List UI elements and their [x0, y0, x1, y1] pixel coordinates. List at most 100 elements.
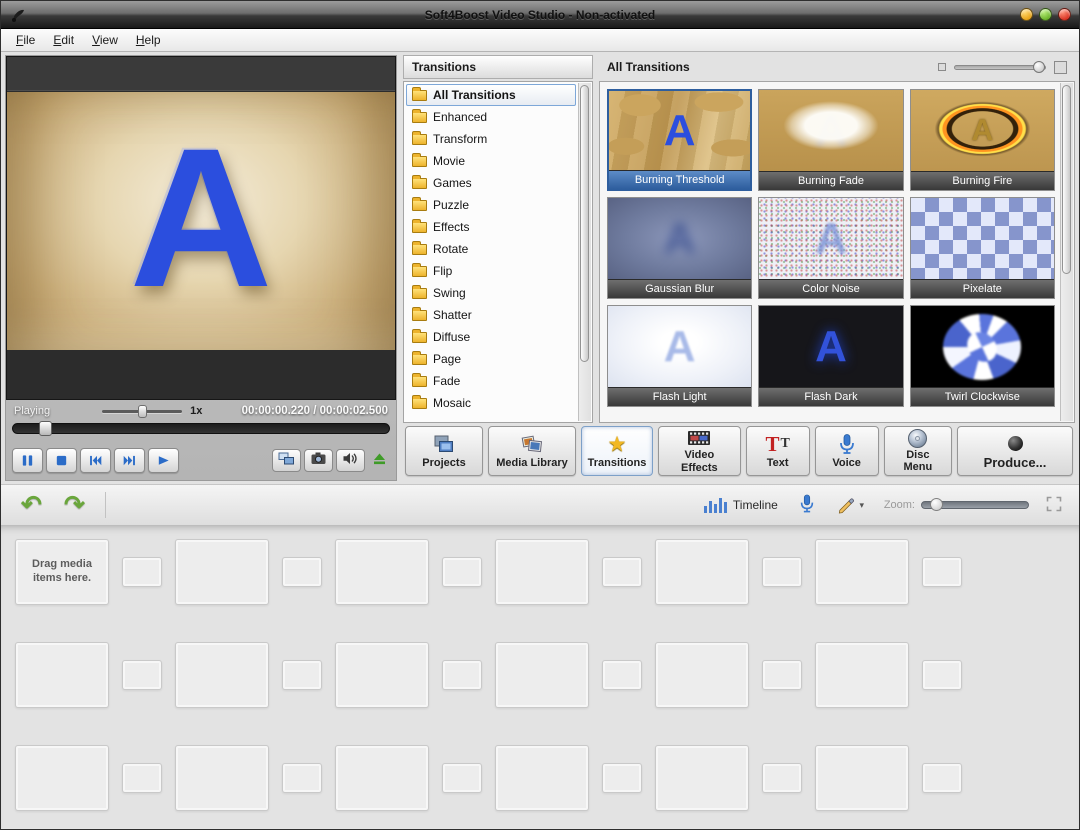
tab-text[interactable]: TT Text	[746, 426, 810, 476]
category-all-transitions[interactable]: All Transitions	[406, 84, 576, 106]
storyboard-slot-large[interactable]	[815, 745, 909, 811]
storyboard-slot-small[interactable]	[442, 660, 482, 690]
storyboard-slot-large[interactable]	[15, 745, 109, 811]
category-diffuse[interactable]: Diffuse	[406, 326, 576, 348]
storyboard-slot-small[interactable]	[762, 660, 802, 690]
timeline-toggle-button[interactable]: Timeline	[696, 494, 786, 517]
transition-burning-fade[interactable]: A Burning Fade	[758, 89, 903, 191]
storyboard-slot-large[interactable]	[175, 539, 269, 605]
storyboard-slot-large[interactable]	[495, 539, 589, 605]
menu-help[interactable]: Help	[127, 30, 170, 50]
category-shatter[interactable]: Shatter	[406, 304, 576, 326]
category-flip[interactable]: Flip	[406, 260, 576, 282]
transition-color-noise[interactable]: A Color Noise	[758, 197, 903, 299]
tab-disc-menu[interactable]: Disc Menu	[884, 426, 952, 476]
speed-slider[interactable]	[102, 404, 182, 418]
stop-button[interactable]	[46, 448, 77, 473]
storyboard-slot-large[interactable]	[655, 642, 749, 708]
category-fade[interactable]: Fade	[406, 370, 576, 392]
transition-flash-dark[interactable]: A Flash Dark	[758, 305, 903, 407]
zoom-slider-handle[interactable]	[930, 498, 943, 511]
transition-twirl-clockwise[interactable]: Twirl Clockwise	[910, 305, 1055, 407]
storyboard-slot-large[interactable]	[175, 642, 269, 708]
storyboard-slot-large[interactable]	[815, 539, 909, 605]
play-forward-button[interactable]	[148, 448, 179, 473]
tab-voice[interactable]: Voice	[815, 426, 879, 476]
fullscreen-button[interactable]	[272, 449, 301, 472]
storyboard-slot-small[interactable]	[282, 660, 322, 690]
category-mosaic[interactable]: Mosaic	[406, 392, 576, 414]
storyboard-slot-small[interactable]	[602, 763, 642, 793]
storyboard-slot-small[interactable]	[922, 557, 962, 587]
transition-gaussian-blur[interactable]: A Gaussian Blur	[607, 197, 752, 299]
zoom-slider[interactable]	[921, 498, 1029, 512]
volume-button[interactable]	[336, 449, 365, 472]
seek-bar[interactable]	[12, 423, 390, 434]
transition-flash-light[interactable]: A Flash Light	[607, 305, 752, 407]
category-puzzle[interactable]: Puzzle	[406, 194, 576, 216]
storyboard-slot-large[interactable]	[495, 642, 589, 708]
transition-burning-fire[interactable]: A Burning Fire	[910, 89, 1055, 191]
menu-view[interactable]: View	[83, 30, 127, 50]
record-voice-button[interactable]	[792, 491, 822, 519]
storyboard-slot-large[interactable]	[335, 745, 429, 811]
storyboard-slot-large[interactable]	[15, 642, 109, 708]
category-transform[interactable]: Transform	[406, 128, 576, 150]
storyboard-slot-small[interactable]	[762, 763, 802, 793]
drag-media-drop-target[interactable]: Drag media items here.	[15, 539, 109, 605]
tab-transitions[interactable]: ★ Transitions	[581, 426, 653, 476]
storyboard-slot-small[interactable]	[122, 660, 162, 690]
previous-button[interactable]	[80, 448, 111, 473]
speed-slider-handle[interactable]	[138, 405, 147, 418]
storyboard-slot-large[interactable]	[655, 745, 749, 811]
thumbnail-size-slider[interactable]	[954, 60, 1046, 74]
storyboard-slot-small[interactable]	[282, 763, 322, 793]
edit-tool-button[interactable]: ▾	[828, 491, 872, 519]
seek-handle[interactable]	[39, 421, 52, 436]
minimize-button[interactable]	[1020, 8, 1033, 21]
tab-produce[interactable]: Produce...	[957, 426, 1073, 476]
storyboard-slot-large[interactable]	[335, 539, 429, 605]
category-movie[interactable]: Movie	[406, 150, 576, 172]
storyboard-slot-small[interactable]	[922, 763, 962, 793]
snapshot-button[interactable]	[304, 449, 333, 472]
category-enhanced[interactable]: Enhanced	[406, 106, 576, 128]
transition-pixelate[interactable]: Pixelate	[910, 197, 1055, 299]
collapse-panel-button[interactable]	[368, 449, 390, 472]
storyboard-slot-small[interactable]	[122, 557, 162, 587]
category-effects[interactable]: Effects	[406, 216, 576, 238]
transition-burning-threshold[interactable]: A Burning Threshold	[607, 89, 752, 191]
storyboard-slot-small[interactable]	[442, 763, 482, 793]
scrollbar-thumb[interactable]	[1062, 85, 1071, 274]
storyboard-slot-small[interactable]	[442, 557, 482, 587]
category-swing[interactable]: Swing	[406, 282, 576, 304]
storyboard-slot-small[interactable]	[282, 557, 322, 587]
thumbnail-size-handle[interactable]	[1033, 61, 1045, 73]
storyboard-slot-large[interactable]	[815, 642, 909, 708]
pause-button[interactable]	[12, 448, 43, 473]
categories-scrollbar[interactable]	[578, 83, 591, 421]
tab-video-effects[interactable]: Video Effects	[658, 426, 741, 476]
storyboard-slot-large[interactable]	[655, 539, 749, 605]
fit-to-screen-button[interactable]	[1041, 492, 1067, 518]
storyboard-slot-large[interactable]	[495, 745, 589, 811]
scrollbar-thumb[interactable]	[580, 85, 589, 362]
storyboard-slot-large[interactable]	[175, 745, 269, 811]
storyboard-slot-large[interactable]	[335, 642, 429, 708]
category-games[interactable]: Games	[406, 172, 576, 194]
next-button[interactable]	[114, 448, 145, 473]
storyboard-slot-small[interactable]	[122, 763, 162, 793]
tab-media-library[interactable]: Media Library	[488, 426, 576, 476]
tab-projects[interactable]: Projects	[405, 426, 483, 476]
close-button[interactable]	[1058, 8, 1071, 21]
redo-button[interactable]: ↷	[56, 493, 93, 518]
storyboard-slot-small[interactable]	[602, 660, 642, 690]
undo-button[interactable]: ↶	[13, 493, 50, 518]
storyboard-slot-small[interactable]	[922, 660, 962, 690]
category-page[interactable]: Page	[406, 348, 576, 370]
menu-file[interactable]: File	[7, 30, 44, 50]
category-rotate[interactable]: Rotate	[406, 238, 576, 260]
menu-edit[interactable]: Edit	[44, 30, 83, 50]
gallery-scrollbar[interactable]	[1060, 83, 1073, 421]
storyboard-slot-small[interactable]	[602, 557, 642, 587]
